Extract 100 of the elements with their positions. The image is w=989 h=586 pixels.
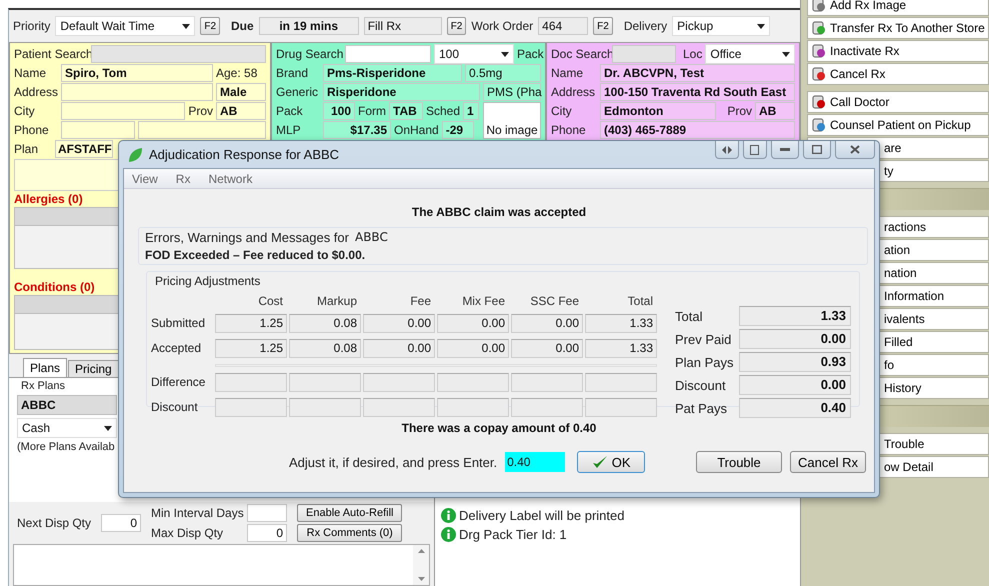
f2-key-button[interactable]: F2: [200, 17, 220, 35]
column-header: Total: [626, 294, 654, 308]
doctor-phone-field: (403) 465-7889: [600, 121, 795, 139]
table-cell: 0.00: [437, 314, 509, 332]
location-label: Loc: [683, 47, 702, 61]
brand-field: Pms-Risperidone: [323, 64, 462, 82]
action-item[interactable]: Cancel Rx: [807, 63, 989, 85]
row-label: Submitted: [151, 316, 206, 330]
info-icon: [441, 527, 456, 542]
table-cell: [585, 398, 657, 416]
plan-name-text: ABBC: [354, 230, 388, 245]
action-item[interactable]: Transfer Rx To Another Store: [807, 17, 989, 39]
dialog-button[interactable]: Cancel Rx: [790, 451, 866, 473]
summary-value: 0.40: [739, 398, 851, 418]
table-cell: 1.25: [215, 338, 287, 358]
table-cell: [215, 398, 287, 416]
mlp-label: MLP: [276, 123, 302, 137]
summary-label: Total: [675, 308, 704, 324]
menu-item[interactable]: View: [130, 172, 160, 186]
table-cell: [363, 398, 435, 416]
action-item[interactable]: Call Doctor: [807, 91, 989, 113]
action-item[interactable]: Add Rx Image: [807, 0, 989, 16]
summary-value: 0.93: [739, 352, 851, 372]
leaf-icon: [127, 146, 143, 162]
adjust-instruction: Adjust it, if desired, and press Enter.: [289, 454, 498, 470]
maximize-icon: [812, 145, 822, 154]
on-hand-field: -29: [442, 121, 474, 139]
column-header: Mix Fee: [461, 294, 506, 308]
minimize-button[interactable]: [771, 141, 799, 159]
menu-item[interactable]: Rx: [174, 172, 192, 186]
dialog-button[interactable]: Trouble: [696, 451, 782, 473]
drug-search-label: Drug Search: [276, 47, 342, 61]
table-cell: [289, 398, 361, 416]
summary-label: Prev Paid: [675, 332, 732, 346]
priority-dropdown[interactable]: Default Wait Time: [55, 16, 196, 36]
scroll-down-icon[interactable]: [418, 577, 424, 581]
brand-label: Brand: [276, 66, 310, 80]
next-disp-qty-field[interactable]: 0: [101, 514, 142, 532]
plan-label: Plan: [14, 142, 40, 156]
column-header: Markup: [316, 294, 358, 308]
due-field: in 19 mins: [258, 17, 359, 35]
copay-input[interactable]: 0.40: [505, 452, 566, 472]
address-label: Address: [14, 85, 58, 99]
doctor-city-field: Edmonton: [600, 102, 716, 120]
address-label: Address: [551, 85, 596, 99]
name-label: Name: [14, 66, 48, 80]
row-label: Difference: [151, 375, 206, 389]
f2-key-button[interactable]: F2: [446, 17, 466, 35]
tab[interactable]: Pricing: [68, 360, 119, 377]
maximize-button[interactable]: [803, 141, 831, 159]
prov-field: AB: [216, 102, 266, 120]
column-header: Fee: [409, 294, 432, 308]
code-toggle-button[interactable]: [715, 141, 739, 159]
action-item[interactable]: Counsel Patient on Pickup: [807, 114, 989, 136]
menu-item[interactable]: Network: [206, 172, 254, 186]
patient-search-field[interactable]: [91, 45, 266, 63]
doc-search-field[interactable]: [612, 45, 676, 63]
drug-search-field[interactable]: [345, 45, 431, 63]
mlp-field: $17.35: [323, 121, 391, 139]
strength-field: 0.5mg: [465, 64, 541, 82]
info-message: Drg Pack Tier Id: 1: [459, 527, 567, 542]
delivery-dropdown[interactable]: Pickup: [672, 16, 770, 36]
tab[interactable]: Plans: [23, 358, 68, 377]
export-button[interactable]: [743, 141, 767, 159]
table-cell: [437, 398, 509, 416]
doctor-name-field: Dr. ABCVPN, Test: [600, 64, 795, 82]
scroll-up-icon[interactable]: [418, 549, 424, 553]
prov-label: Prov: [188, 104, 213, 118]
generic-label: Generic: [276, 85, 320, 99]
rx-plans-label: Rx Plans: [20, 380, 66, 392]
work-order-label: Work Order: [471, 19, 534, 33]
summary-value: 0.00: [739, 375, 851, 395]
quantity-dropdown[interactable]: 100: [434, 44, 514, 64]
action-item[interactable]: Inactivate Rx: [807, 40, 989, 62]
f2-key-button[interactable]: F2: [593, 17, 613, 35]
city-label: City: [551, 104, 573, 118]
max-disp-qty-field[interactable]: 0: [247, 524, 288, 542]
row-label: Accepted: [151, 341, 202, 355]
priority-label: Priority: [13, 19, 50, 33]
table-cell: [215, 372, 287, 392]
prov-label: Prov: [727, 104, 752, 118]
comments-text-area[interactable]: [13, 544, 430, 586]
payment-dropdown[interactable]: Cash: [17, 418, 117, 438]
claim-status-text: The ABBC claim was accepted: [410, 205, 588, 219]
plan-list-item[interactable]: ABBC: [17, 395, 117, 415]
form-field: TAB: [389, 102, 423, 120]
close-button[interactable]: [835, 141, 875, 159]
refill-button[interactable]: Enable Auto-Refill: [297, 504, 402, 522]
table-cell: 1.33: [585, 314, 657, 332]
refill-button[interactable]: Rx Comments (0): [297, 524, 402, 542]
table-cell: [437, 372, 509, 392]
manufacturer-field: PMS (Pha: [483, 83, 541, 101]
work-order-field: 464: [538, 17, 588, 35]
schedule-label: Sched: [426, 104, 460, 118]
ok-button[interactable]: OK: [577, 451, 646, 473]
location-dropdown[interactable]: Office: [705, 44, 795, 64]
name-label: Name: [551, 66, 584, 80]
min-interval-days-field[interactable]: [247, 504, 288, 522]
dropdown-caret-icon: [757, 24, 766, 28]
due-label: Due: [231, 19, 254, 33]
